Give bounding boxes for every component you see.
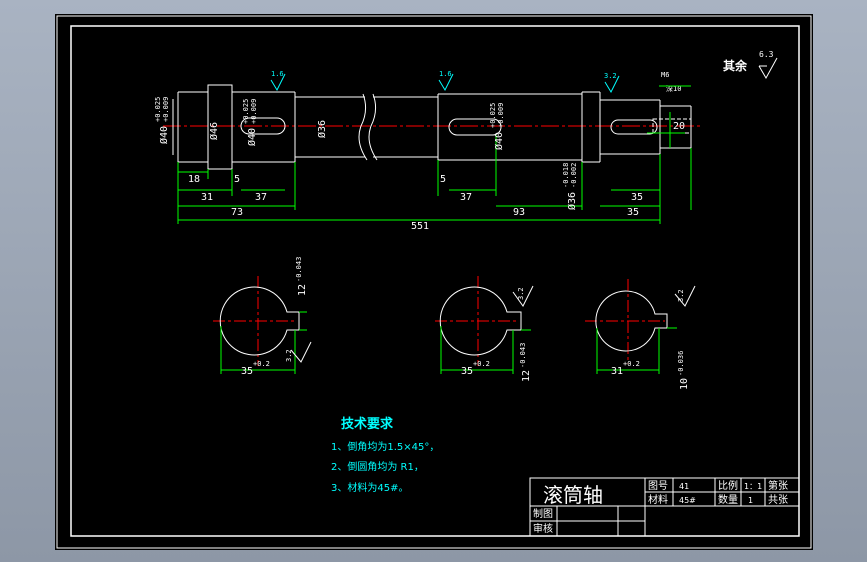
dia-d46: Ø46 [208, 122, 220, 140]
drawing-no-label: 图号 [648, 480, 668, 492]
section-2-width: 35 [461, 366, 473, 377]
svg-text:Ø40: Ø40 [493, 132, 505, 150]
front-dimension-texts: 18 5 31 37 73 5 37 93 551 35 35 20 [188, 121, 685, 232]
other-roughness-label: 其余 [723, 58, 748, 73]
outer-frame [56, 15, 812, 549]
svg-text:-0.043: -0.043 [519, 343, 527, 368]
shaft-front-view [163, 84, 703, 170]
section-view-1: 35 +0.2 12 -0.043 3.2 [213, 257, 312, 377]
svg-text:3.2: 3.2 [285, 349, 293, 362]
svg-text:+0.025: +0.025 [154, 97, 162, 122]
technical-requirements: 技术要求 1、倒角均为1.5×45°， 2、倒圆角均为 R1， 3、材料为45#… [331, 416, 439, 494]
svg-text:+0.025: +0.025 [489, 103, 497, 128]
drawing-title: 滚筒轴 [543, 483, 603, 507]
diameter-labels: Ø40 +0.025 +0.009 Ø46 Ø40 +0.025 +0.009 … [154, 97, 578, 210]
dim-l20: 20 [673, 121, 685, 132]
break-line-left [358, 93, 368, 161]
drawn-label: 制图 [533, 507, 553, 520]
dim-l73: 73 [231, 207, 243, 218]
svg-text:-0.036: -0.036 [677, 351, 685, 376]
cad-drawing-sheet: 18 5 31 37 73 5 37 93 551 35 35 20 Ø40 +… [55, 14, 813, 550]
svg-text:Ø40: Ø40 [246, 128, 258, 146]
dia-d40-left: Ø40 +0.025 +0.009 [154, 97, 170, 144]
svg-text:Ø40: Ø40 [158, 126, 170, 144]
svg-text:Ø36: Ø36 [316, 120, 328, 138]
requirement-item-2: 2、倒圆角均为 R1， [331, 461, 424, 473]
dia-d40-right: Ø40 +0.025 +0.009 [489, 103, 505, 150]
dia-d36: Ø36 [316, 120, 328, 138]
material-value: 45# [679, 496, 696, 505]
dim-l35b: 35 [627, 207, 639, 218]
scale-label: 比例 [718, 479, 738, 492]
dim-l93: 93 [513, 207, 525, 218]
shaft-bottom-left [178, 161, 295, 170]
sheet-label: 第张 [768, 479, 788, 492]
total-label: 共张 [768, 494, 788, 506]
svg-text:-0.002: -0.002 [570, 163, 578, 188]
other-roughness: 其余 6.3 [723, 50, 778, 80]
inner-frame [70, 25, 800, 537]
svg-text:Ø36: Ø36 [566, 192, 578, 210]
qty-label: 数量 [718, 493, 738, 506]
section-view-3: 31 +0.2 10 -0.036 3.2 [585, 279, 696, 390]
section-1-roughness-symbol [290, 341, 312, 363]
svg-text:1.6: 1.6 [439, 70, 452, 78]
scale-value: 1：1 [744, 482, 762, 491]
section-3-tol: +0.2 [623, 360, 640, 368]
drawing-no-value: 41 [679, 482, 689, 491]
svg-text:3.2: 3.2 [517, 287, 525, 300]
dim-l31: 31 [201, 192, 213, 203]
svg-text:3.2: 3.2 [677, 289, 685, 302]
svg-text:3.2: 3.2 [604, 72, 617, 80]
section-view-2: 35 +0.2 12 -0.043 3.2 [435, 276, 534, 382]
dim-l551: 551 [411, 221, 429, 232]
svg-text:-0.043: -0.043 [295, 257, 303, 282]
requirement-item-3: 3、材料为45#。 [331, 481, 408, 494]
title-block: 滚筒轴 图号 41 比例 1：1 第张 材料 45# 数量 1 共张 制图 审核 [529, 477, 800, 537]
material-label: 材料 [648, 493, 668, 506]
dim-l35a: 35 [631, 192, 643, 203]
checked-label: 审核 [533, 522, 553, 535]
end-thread-note: M6 深10 [661, 71, 681, 93]
section-2-tol: +0.2 [473, 360, 490, 368]
section-3-key: 10 [679, 378, 690, 390]
svg-text:+0.025: +0.025 [242, 99, 250, 124]
svg-text:M6: M6 [661, 71, 669, 79]
other-roughness-value: 6.3 [759, 50, 774, 59]
svg-text:+0.009: +0.009 [497, 103, 505, 128]
section-2-key: 12 [521, 370, 532, 382]
svg-text:+0.009: +0.009 [162, 97, 170, 122]
svg-text:+0.009: +0.009 [250, 99, 258, 124]
requirements-title: 技术要求 [341, 416, 394, 432]
dim-l37b: 37 [460, 192, 472, 203]
section-1-width: 35 [241, 366, 253, 377]
qty-value: 1 [748, 496, 753, 505]
section-3-width: 31 [611, 366, 623, 377]
dim-l5b: 5 [440, 174, 446, 185]
svg-text:-0.018: -0.018 [562, 163, 570, 188]
keyway-3 [610, 119, 658, 135]
dia-d36-end: Ø36 -0.018 -0.002 [562, 163, 578, 210]
front-roughness-values: 1.6 1.6 3.2 [271, 70, 617, 80]
svg-text:Ø46: Ø46 [208, 122, 220, 140]
section-1-key: 12 [297, 284, 308, 296]
break-line-right [368, 93, 378, 161]
dia-d40-key: Ø40 +0.025 +0.009 [242, 99, 258, 146]
svg-text:深10: 深10 [666, 84, 681, 93]
drawing-canvas: 18 5 31 37 73 5 37 93 551 35 35 20 Ø40 +… [56, 15, 812, 549]
section-1-tol: +0.2 [253, 360, 270, 368]
dim-l37a: 37 [255, 192, 267, 203]
svg-text:1.6: 1.6 [271, 70, 284, 78]
dim-l18: 18 [188, 174, 200, 185]
dim-l5a: 5 [234, 174, 240, 185]
requirement-item-1: 1、倒角均为1.5×45°， [331, 441, 439, 453]
